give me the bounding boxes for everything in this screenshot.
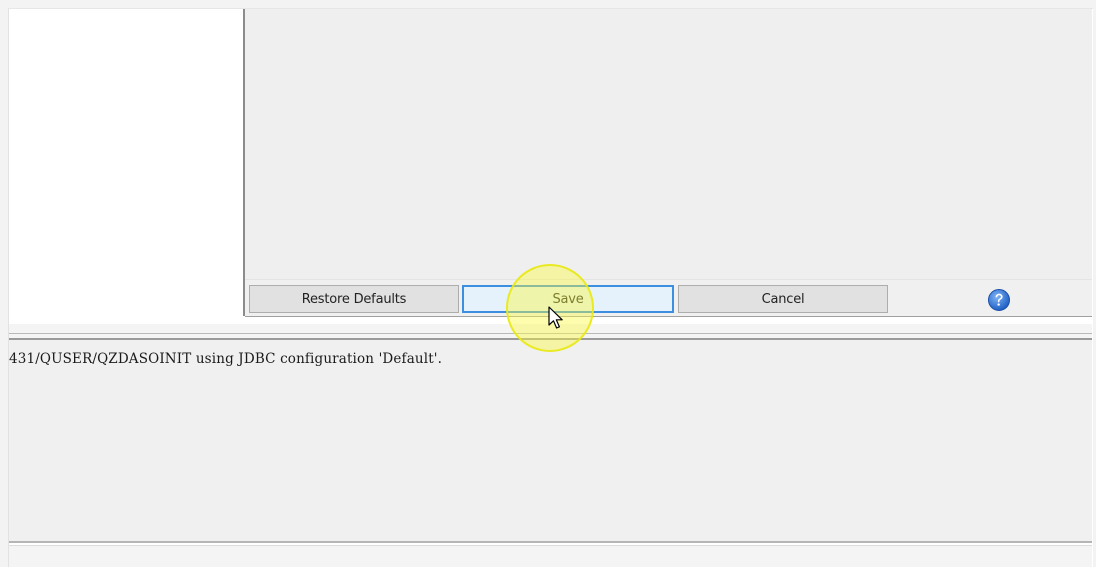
- console-panel[interactable]: [9, 340, 1092, 541]
- mouse-cursor-icon: [548, 306, 566, 332]
- preferences-window: Restore Defaults Save Cancel 431/QUSER/Q…: [0, 0, 1096, 567]
- preference-tree-panel[interactable]: [9, 9, 243, 316]
- status-bar: [9, 545, 1092, 567]
- cancel-button[interactable]: Cancel: [678, 285, 888, 313]
- console-output-line: 431/QUSER/QZDASOINIT using JDBC configur…: [9, 351, 443, 367]
- console-bottom-border: [9, 541, 1092, 543]
- restore-defaults-button[interactable]: Restore Defaults: [249, 285, 459, 313]
- preference-page-content: [245, 9, 1092, 279]
- content-bottom-border: [245, 316, 1092, 317]
- help-icon[interactable]: [987, 288, 1011, 312]
